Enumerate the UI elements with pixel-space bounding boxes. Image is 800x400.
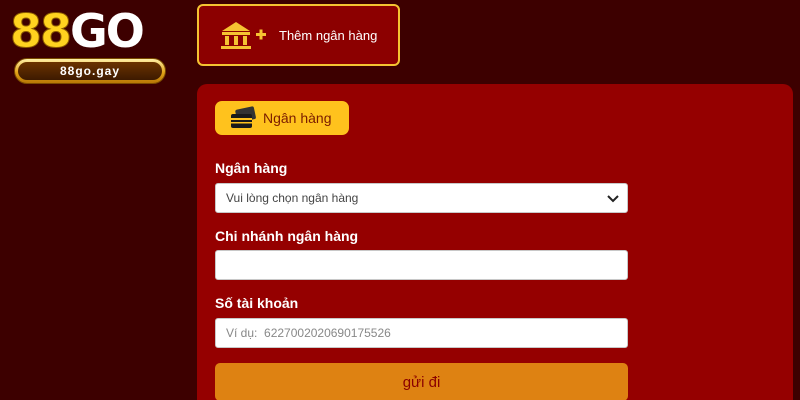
branch-input[interactable] xyxy=(215,250,628,280)
bank-select[interactable]: Vui lòng chọn ngân hàng xyxy=(215,183,628,213)
submit-button[interactable]: gửi đi xyxy=(215,363,628,400)
add-bank-label: Thêm ngân hàng xyxy=(279,27,378,43)
card-icon xyxy=(231,106,256,128)
bank-select-label: Ngân hàng xyxy=(215,160,288,176)
chevron-down-icon xyxy=(607,195,619,203)
bank-form-panel: Ngân hàng Ngân hàng Vui lòng chọn ngân h… xyxy=(197,84,793,400)
tab-bank[interactable]: Ngân hàng xyxy=(215,101,349,135)
logo-wordmark: 88GO xyxy=(9,4,145,58)
brand-logo[interactable]: 88GO 88go.gay xyxy=(8,4,170,84)
logo-domain-text: 88go.gay xyxy=(18,62,162,80)
account-number-input[interactable] xyxy=(215,318,628,348)
add-bank-button[interactable]: Thêm ngân hàng xyxy=(197,4,400,66)
bank-select-value: Vui lòng chọn ngân hàng xyxy=(226,191,359,205)
bank-add-icon xyxy=(221,22,266,49)
logo-digits: 88 xyxy=(9,4,72,58)
logo-letters: GO xyxy=(70,4,145,58)
logo-domain-badge: 88go.gay xyxy=(14,58,166,84)
tab-bank-label: Ngân hàng xyxy=(263,110,332,126)
branch-label: Chi nhánh ngân hàng xyxy=(215,228,359,244)
account-number-label: Số tài khoản xyxy=(215,295,299,311)
